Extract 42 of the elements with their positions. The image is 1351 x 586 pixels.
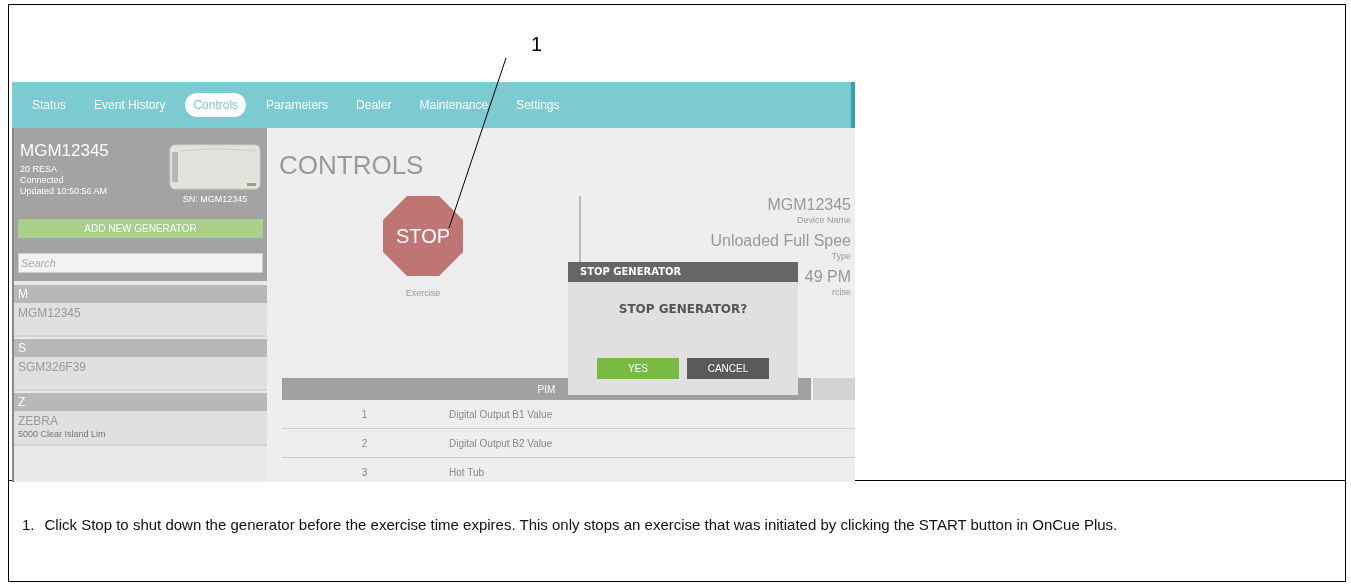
nav-tab[interactable]: Parameters: [258, 93, 337, 117]
note-text: Click Stop to shut down the generator before the exercise time expires. This only stops an exercise that was initiated by clicking the START button in OnCue Plus.: [44, 515, 1118, 535]
nav-tab[interactable]: Maintenance: [411, 93, 497, 117]
table-cell-text: Digital Output B2 Value: [448, 437, 553, 449]
table-cell-text: 1: [360, 408, 369, 420]
table-cell-text: Hot Tub: [448, 466, 485, 478]
search-field[interactable]: Search: [18, 253, 263, 273]
info-value: 49 PM: [804, 268, 851, 286]
generator-list-item[interactable]: SGM326F39: [14, 357, 267, 391]
callout-number: 1: [531, 32, 543, 56]
info-value: MGM12345: [767, 196, 851, 214]
group-header: Z: [14, 393, 267, 411]
device-name: MGM12345: [20, 140, 109, 162]
group-header: S: [14, 339, 267, 357]
nav-tab[interactable]: Settings: [508, 93, 568, 117]
stop-button[interactable]: STOP: [383, 196, 463, 276]
nav-tab[interactable]: Status: [24, 93, 75, 117]
group-header: M: [14, 285, 267, 303]
table-cell-text: Digital Output B1 Value: [448, 408, 553, 420]
cancel-button[interactable]: CANCEL: [687, 358, 769, 379]
device-updated: Updated 10:50:56 AM: [20, 186, 109, 197]
info-label: Device Name: [796, 214, 851, 226]
stop-caption: Exercise: [405, 288, 441, 298]
info-label: rcise: [832, 286, 851, 298]
note-number: 1.: [22, 515, 35, 535]
nav-tab[interactable]: Dealer: [348, 93, 400, 117]
device-model: 20 RESA: [20, 164, 59, 175]
info-value: Unloaded Full Spee: [710, 232, 851, 250]
table-cell-text: 2: [360, 437, 369, 449]
device-status: Connected: [20, 175, 65, 186]
info-label: Type: [831, 250, 851, 262]
generator-list-item[interactable]: ZEBRA 5000 Clear Island Lim: [14, 411, 267, 446]
add-generator-button[interactable]: ADD NEW GENERATOR: [18, 219, 263, 238]
generator-list-item[interactable]: MGM12345: [14, 303, 267, 337]
nav-tab[interactable]: Controls: [185, 93, 247, 117]
table-cell-text: 3: [360, 466, 369, 478]
device-serial: SN: MGM12345: [182, 194, 248, 205]
dialog-title: STOP GENERATOR: [568, 262, 798, 282]
page-title: CONTROLS: [278, 149, 425, 180]
dialog-message: STOP GENERATOR?: [617, 302, 749, 316]
yes-button[interactable]: YES: [597, 358, 679, 379]
nav-tab[interactable]: Event History: [86, 93, 174, 117]
